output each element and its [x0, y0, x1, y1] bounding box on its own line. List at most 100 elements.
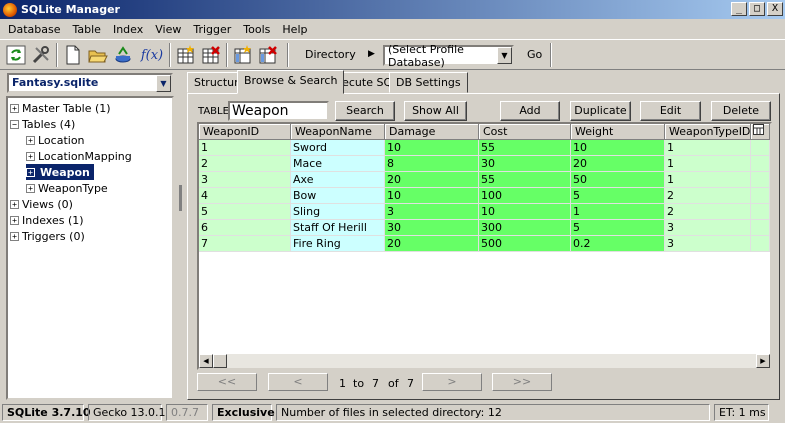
menu-tools[interactable]: Tools — [237, 23, 276, 36]
table-cell[interactable]: 4 — [199, 188, 291, 204]
table-cell[interactable]: 100 — [479, 188, 571, 204]
table-cell[interactable]: 3 — [665, 220, 751, 236]
table-cell[interactable]: Sling — [291, 204, 385, 220]
expand-icon[interactable]: + — [10, 103, 19, 113]
column-header[interactable]: WeaponTypeID — [665, 124, 751, 140]
table-cell[interactable]: 2 — [665, 204, 751, 220]
table-cell[interactable]: 7 — [199, 236, 291, 252]
show-all-button[interactable]: Show All — [404, 101, 467, 121]
first-page-button[interactable]: << — [197, 373, 257, 391]
menu-view[interactable]: View — [149, 23, 187, 36]
open-database-button[interactable] — [86, 43, 110, 67]
table-cell[interactable]: 3 — [385, 204, 479, 220]
table-row[interactable]: 1 Sword 10 55 10 1 — [199, 140, 770, 156]
tree-item-indexes[interactable]: + Indexes (1) — [10, 212, 84, 228]
functions-button[interactable]: f(x) — [138, 43, 166, 67]
column-header[interactable]: Weight — [571, 124, 665, 140]
delete-button[interactable]: Delete — [711, 101, 771, 121]
create-table-button[interactable] — [174, 43, 198, 67]
expand-icon[interactable]: + — [10, 215, 19, 225]
splitter-grip[interactable] — [179, 185, 182, 211]
settings-button[interactable] — [29, 43, 53, 67]
table-cell[interactable]: 300 — [479, 220, 571, 236]
table-cell[interactable]: 1 — [571, 204, 665, 220]
table-cell[interactable]: 2 — [199, 156, 291, 172]
tree-item-location[interactable]: + Location — [26, 132, 85, 148]
table-row[interactable]: 3 Axe 20 55 50 1 — [199, 172, 770, 188]
table-row[interactable]: 4 Bow 10 100 5 2 — [199, 188, 770, 204]
table-cell[interactable]: 30 — [385, 220, 479, 236]
table-cell[interactable]: Bow — [291, 188, 385, 204]
table-cell[interactable]: Fire Ring — [291, 236, 385, 252]
table-cell[interactable]: 500 — [479, 236, 571, 252]
horizontal-scrollbar[interactable]: ◀ ▶ — [199, 354, 770, 368]
tab-browse-search[interactable]: Browse & Search — [237, 70, 345, 94]
expand-icon[interactable]: + — [26, 183, 35, 193]
table-cell[interactable]: 10 — [571, 140, 665, 156]
table-cell[interactable]: 8 — [385, 156, 479, 172]
panel-splitter[interactable] — [177, 70, 183, 402]
table-cell[interactable]: 5 — [571, 220, 665, 236]
table-row[interactable]: 5 Sling 3 10 1 2 — [199, 204, 770, 220]
table-cell[interactable]: 2 — [665, 188, 751, 204]
tree-item-tables[interactable]: − Tables (4) — [10, 116, 75, 132]
table-cell[interactable]: 20 — [385, 236, 479, 252]
maximize-button[interactable]: □ — [749, 2, 765, 16]
expand-icon[interactable]: + — [26, 151, 35, 161]
create-index-button[interactable] — [231, 43, 255, 67]
table-cell[interactable]: 3 — [199, 172, 291, 188]
table-cell[interactable]: 1 — [665, 140, 751, 156]
search-button[interactable]: Search — [335, 101, 395, 121]
table-cell[interactable]: 1 — [665, 156, 751, 172]
column-header[interactable]: WeaponName — [291, 124, 385, 140]
expand-icon[interactable]: + — [10, 231, 19, 241]
close-button[interactable]: X — [767, 2, 783, 16]
menu-table[interactable]: Table — [67, 23, 107, 36]
menu-trigger[interactable]: Trigger — [187, 23, 237, 36]
menu-index[interactable]: Index — [107, 23, 149, 36]
column-header[interactable]: WeaponID — [199, 124, 291, 140]
tree-item-views[interactable]: + Views (0) — [10, 196, 73, 212]
chevron-down-icon[interactable]: ▼ — [156, 75, 171, 92]
reconnect-button[interactable] — [4, 43, 28, 67]
scroll-left-icon[interactable]: ◀ — [199, 354, 213, 368]
expand-icon[interactable]: + — [26, 135, 35, 145]
table-cell[interactable]: 50 — [571, 172, 665, 188]
table-cell[interactable]: 10 — [385, 140, 479, 156]
table-cell[interactable]: 20 — [385, 172, 479, 188]
table-cell[interactable]: 20 — [571, 156, 665, 172]
tree-item-triggers[interactable]: + Triggers (0) — [10, 228, 85, 244]
drop-index-button[interactable] — [256, 43, 280, 67]
table-cell[interactable]: 10 — [385, 188, 479, 204]
previous-page-button[interactable]: < — [268, 373, 328, 391]
table-cell[interactable]: 30 — [479, 156, 571, 172]
go-button[interactable]: Go — [527, 48, 542, 61]
table-row[interactable]: 2 Mace 8 30 20 1 — [199, 156, 770, 172]
table-name-input[interactable]: Weapon — [228, 101, 329, 121]
table-cell[interactable]: 5 — [571, 188, 665, 204]
menu-help[interactable]: Help — [276, 23, 313, 36]
table-cell[interactable]: 1 — [665, 172, 751, 188]
expand-icon[interactable]: + — [10, 199, 19, 209]
column-header[interactable]: Cost — [479, 124, 571, 140]
table-cell[interactable]: Mace — [291, 156, 385, 172]
table-cell[interactable]: 5 — [199, 204, 291, 220]
tree-item-locationmapping[interactable]: + LocationMapping — [26, 148, 132, 164]
collapse-icon[interactable]: − — [10, 119, 19, 129]
table-cell[interactable]: Sword — [291, 140, 385, 156]
profile-database-select[interactable]: (Select Profile Database) ▼ — [383, 43, 514, 69]
table-row[interactable]: 7 Fire Ring 20 500 0.2 3 — [199, 236, 770, 252]
duplicate-button[interactable]: Duplicate — [570, 101, 631, 121]
last-page-button[interactable]: >> — [492, 373, 552, 391]
database-select[interactable]: Fantasy.sqlite ▼ — [7, 73, 173, 93]
edit-button[interactable]: Edit — [640, 101, 701, 121]
table-cell[interactable]: 3 — [665, 236, 751, 252]
tab-db-settings[interactable]: DB Settings — [389, 72, 468, 93]
table-cell[interactable]: 6 — [199, 220, 291, 236]
table-cell[interactable]: 55 — [479, 172, 571, 188]
scroll-right-icon[interactable]: ▶ — [756, 354, 770, 368]
table-cell[interactable]: 0.2 — [571, 236, 665, 252]
drop-table-button[interactable] — [199, 43, 223, 67]
tree-item-weapon[interactable]: + Weapon — [26, 164, 94, 180]
table-cell[interactable]: 55 — [479, 140, 571, 156]
